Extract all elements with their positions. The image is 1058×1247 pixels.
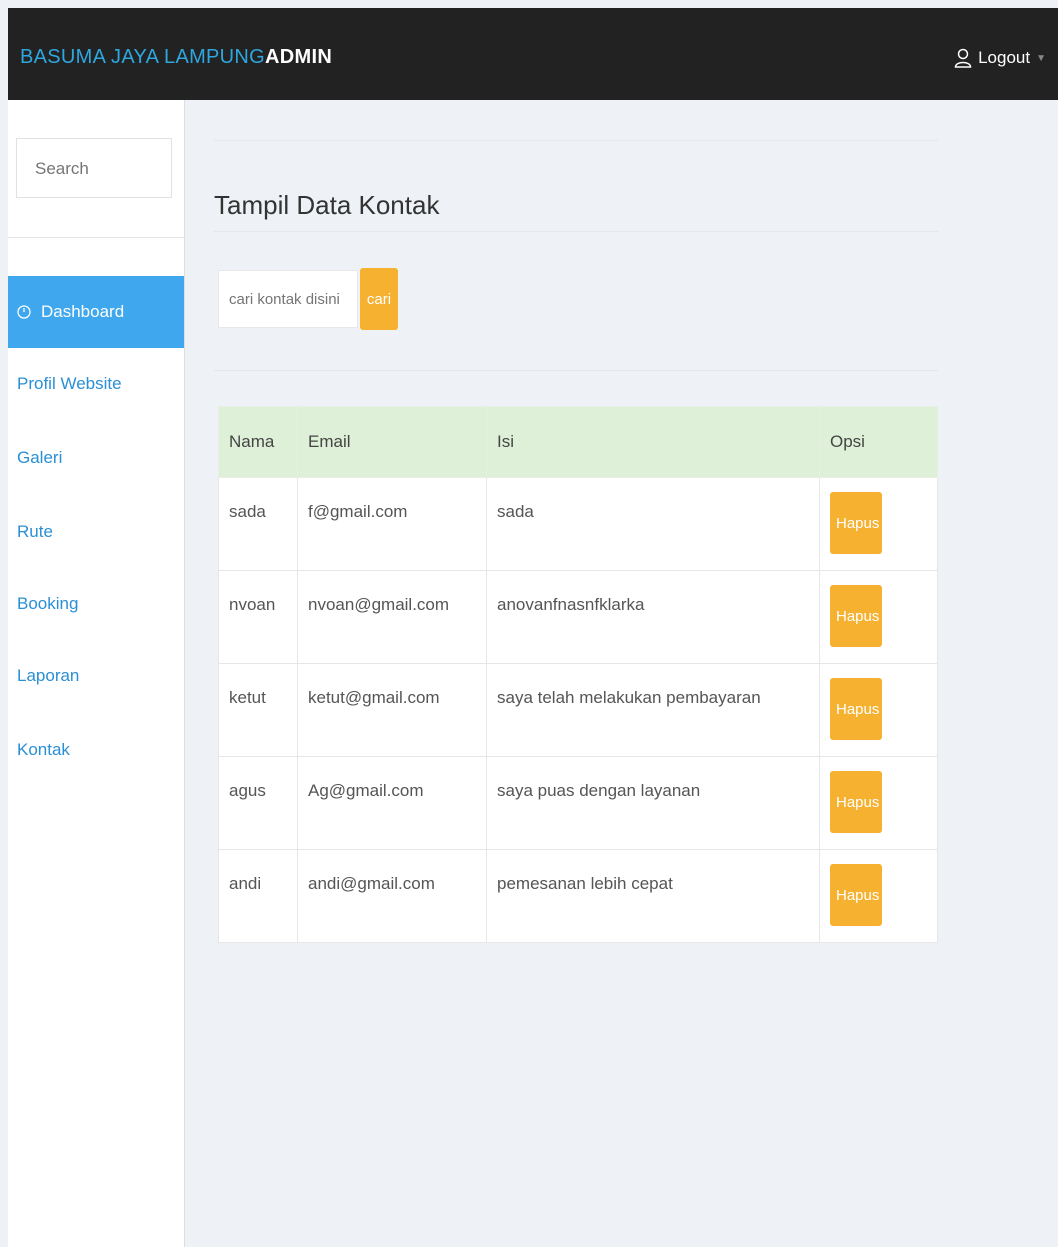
sidebar-item-laporan[interactable]: Laporan bbox=[8, 640, 184, 712]
cell-opsi: Hapus bbox=[819, 849, 938, 943]
sidebar-item-label: Booking bbox=[17, 594, 79, 613]
brand-name: BASUMA JAYA LAMPUNG bbox=[20, 46, 266, 68]
cell-email: f@gmail.com bbox=[297, 477, 487, 571]
table-row: nvoan nvoan@gmail.com anovanfnasnfklarka… bbox=[218, 570, 938, 664]
logout-dropdown[interactable]: Logout ▼ bbox=[954, 48, 1046, 68]
table-row: andi andi@gmail.com pemesanan lebih cepa… bbox=[218, 849, 938, 943]
brand-admin-label: ADMIN bbox=[265, 46, 333, 68]
cell-email: andi@gmail.com bbox=[297, 849, 487, 943]
brand-title[interactable]: BASUMA JAYA LAMPUNGADMIN bbox=[20, 46, 332, 69]
title-divider bbox=[214, 231, 938, 232]
table-header-row: Nama Email Isi Opsi bbox=[218, 406, 938, 478]
divider bbox=[214, 370, 938, 371]
sidebar-item-label: Galeri bbox=[17, 448, 63, 467]
dashboard-icon bbox=[17, 305, 31, 319]
sidebar-item-label: Profil Website bbox=[17, 374, 122, 393]
cell-isi: pemesanan lebih cepat bbox=[486, 849, 820, 943]
cell-nama: sada bbox=[218, 477, 298, 571]
sidebar-item-label: Rute bbox=[17, 522, 53, 541]
delete-button[interactable]: Hapus bbox=[830, 864, 882, 926]
cell-nama: agus bbox=[218, 756, 298, 850]
delete-button[interactable]: Hapus bbox=[830, 678, 882, 740]
column-header-email: Email bbox=[297, 406, 487, 478]
sidebar: Dashboard Profil Website Galeri Rute Boo… bbox=[8, 100, 185, 1247]
sidebar-item-dashboard[interactable]: Dashboard bbox=[8, 276, 184, 348]
logout-label: Logout bbox=[978, 48, 1031, 67]
page-title: Tampil Data Kontak bbox=[214, 190, 440, 220]
cell-nama: andi bbox=[218, 849, 298, 943]
sidebar-search-input[interactable] bbox=[17, 139, 165, 179]
sidebar-item-profil-website[interactable]: Profil Website bbox=[8, 348, 184, 420]
sidebar-item-kontak[interactable]: Kontak bbox=[8, 714, 184, 786]
column-header-opsi: Opsi bbox=[819, 406, 938, 478]
cell-opsi: Hapus bbox=[819, 756, 938, 850]
delete-button[interactable]: Hapus bbox=[830, 771, 882, 833]
sidebar-divider bbox=[8, 237, 184, 238]
cell-opsi: Hapus bbox=[819, 570, 938, 664]
top-navbar: BASUMA JAYA LAMPUNGADMIN Logout ▼ bbox=[8, 8, 1058, 100]
cell-opsi: Hapus bbox=[819, 663, 938, 757]
cell-nama: nvoan bbox=[218, 570, 298, 664]
sidebar-item-galeri[interactable]: Galeri bbox=[8, 422, 184, 494]
cell-email: nvoan@gmail.com bbox=[297, 570, 487, 664]
table-row: sada f@gmail.com sada Hapus bbox=[218, 477, 938, 571]
cell-email: Ag@gmail.com bbox=[297, 756, 487, 850]
delete-button[interactable]: Hapus bbox=[830, 585, 882, 647]
sidebar-item-rute[interactable]: Rute bbox=[8, 496, 184, 568]
sidebar-item-booking[interactable]: Booking bbox=[8, 568, 184, 640]
column-header-nama: Nama bbox=[218, 406, 298, 478]
sidebar-search-box bbox=[16, 138, 172, 198]
sidebar-item-label: Dashboard bbox=[41, 302, 125, 321]
divider bbox=[214, 140, 938, 141]
contact-search-form: cari bbox=[218, 268, 398, 330]
main-content: Tampil Data Kontak cari Nama Email Isi O… bbox=[184, 100, 1058, 1247]
contacts-table: Nama Email Isi Opsi sada f@gmail.com sad… bbox=[218, 406, 938, 943]
sidebar-item-label: Kontak bbox=[17, 740, 70, 759]
cell-email: ketut@gmail.com bbox=[297, 663, 487, 757]
cell-isi: saya telah melakukan pembayaran bbox=[486, 663, 820, 757]
column-header-isi: Isi bbox=[486, 406, 820, 478]
cell-isi: anovanfnasnfklarka bbox=[486, 570, 820, 664]
cell-isi: saya puas dengan layanan bbox=[486, 756, 820, 850]
cell-opsi: Hapus bbox=[819, 477, 938, 571]
table-row: ketut ketut@gmail.com saya telah melakuk… bbox=[218, 663, 938, 757]
user-icon bbox=[954, 48, 972, 68]
cell-nama: ketut bbox=[218, 663, 298, 757]
cell-isi: sada bbox=[486, 477, 820, 571]
table-row: agus Ag@gmail.com saya puas dengan layan… bbox=[218, 756, 938, 850]
contact-search-input[interactable] bbox=[218, 270, 358, 328]
delete-button[interactable]: Hapus bbox=[830, 492, 882, 554]
search-button[interactable]: cari bbox=[360, 268, 398, 330]
sidebar-item-label: Laporan bbox=[17, 666, 80, 685]
chevron-down-icon: ▼ bbox=[1036, 52, 1046, 64]
